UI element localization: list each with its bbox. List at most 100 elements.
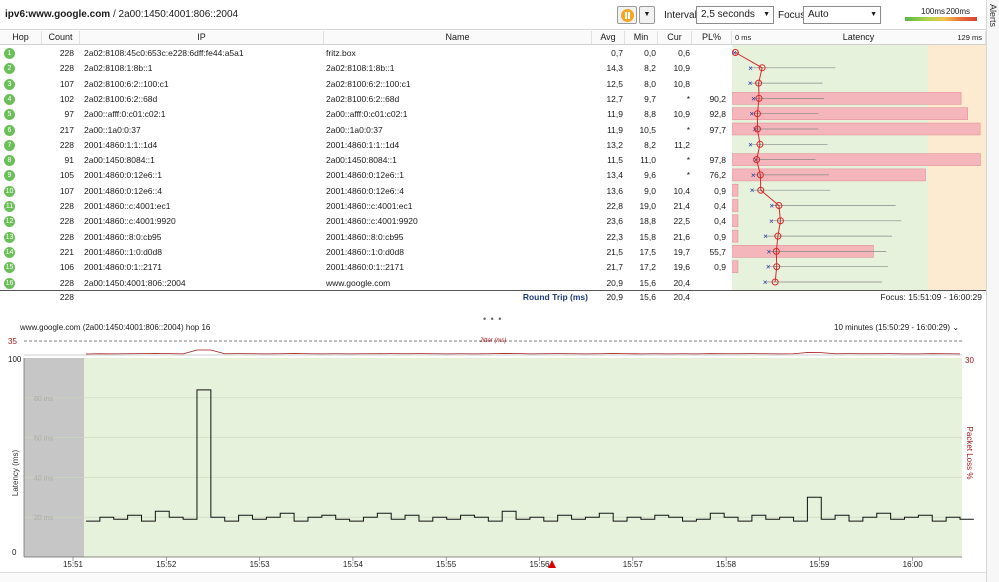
legend-200ms: 200ms <box>946 7 971 16</box>
pause-button[interactable] <box>617 6 637 24</box>
col-ip[interactable]: IP <box>80 31 324 45</box>
hop-row[interactable]: 4 102 2a02:8100:6:2::68d 2a02:8100:6:2::68d… <box>0 92 986 107</box>
hop-row[interactable]: 10 107 2001:4860:0:12e6::4 2001:4860:0:12e6… <box>0 184 986 199</box>
hop-name: 2a00::afff:0:c01:c02:1 <box>326 109 408 120</box>
summary-cur: 20,4 <box>673 292 690 302</box>
hop-count: 217 <box>59 124 74 135</box>
hop-count: 107 <box>59 185 74 196</box>
hop-avg: 13,2 <box>606 139 623 150</box>
toolbar: ipv6:www.google.com / 2a00:1450:4001:806… <box>0 0 986 30</box>
hop-pl: 0,4 <box>714 201 726 211</box>
col-min[interactable]: Min <box>625 31 658 45</box>
hop-row[interactable]: 12 228 2001:4860::c:4001:9920 2001:4860::c:… <box>0 214 986 229</box>
hop-count: 91 <box>64 155 74 166</box>
hop-pl: 0,4 <box>714 216 726 227</box>
hop-name: 2001:4860:0:12e6::1 <box>326 170 404 181</box>
time-tick-label: 15:57 <box>623 560 644 569</box>
hop-ip: 2001:4860::c:4001:9920 <box>84 216 176 227</box>
hop-ip: 2001:4860::1:0:d0d8 <box>84 246 162 257</box>
focus-range: Focus: 15:51:09 - 16:00:29 <box>880 292 982 302</box>
hop-count: 228 <box>59 201 74 211</box>
hop-row[interactable]: 16 228 2a00:1450:4001:806::2004 www.google.… <box>0 276 986 291</box>
hop-number: 6 <box>4 124 15 136</box>
hop-min: 17,5 <box>639 246 656 257</box>
hop-number: 9 <box>4 170 15 182</box>
time-tick-label: 15:55 <box>436 560 457 569</box>
summary-row: 228 Round Trip (ms) 20,9 15,6 20,4 Focus… <box>0 290 986 304</box>
hop-count: 228 <box>59 139 74 150</box>
hop-row[interactable]: 14 221 2001:4860::1:0:d0d8 2001:4860::1:0:d… <box>0 245 986 260</box>
hop-row[interactable]: 9 105 2001:4860:0:12e6::1 2001:4860:0:12e6:… <box>0 168 986 183</box>
splitter-handle[interactable]: • • • <box>483 314 502 324</box>
y-axis-max: 100 <box>8 355 22 364</box>
hop-avg: 20,9 <box>606 277 623 288</box>
interval-value: 2,5 seconds <box>701 9 755 20</box>
focus-select[interactable]: Auto ▼ <box>803 6 881 24</box>
loss-axis-max: 30 <box>965 356 974 365</box>
hop-row[interactable]: 5 97 2a00::afff:0:c01:c02:1 2a00::afff:0:c0… <box>0 107 986 122</box>
col-cur[interactable]: Cur <box>658 31 692 45</box>
hop-row[interactable]: 7 228 2001:4860:1:1::1d4 2001:4860:1:1::1d4… <box>0 138 986 153</box>
hop-row[interactable]: 13 228 2001:4860::8:0:cb95 2001:4860::8:0:c… <box>0 230 986 245</box>
hop-min: 9,0 <box>644 185 656 196</box>
y2-axis-label: Packet Loss % <box>965 427 974 480</box>
hop-row[interactable]: 6 217 2a00::1a0:0:37 2a00::1a0:0:37 11,9 10,5… <box>0 123 986 138</box>
summary-count: 228 <box>59 292 74 302</box>
hop-min: 0,0 <box>644 48 656 58</box>
interval-select[interactable]: 2,5 seconds ▼ <box>696 6 774 24</box>
summary-min: 15,6 <box>639 292 656 302</box>
hop-ip: 2a00::1a0:0:37 <box>84 124 141 135</box>
alerts-panel-tab[interactable]: Alerts <box>986 0 999 582</box>
hop-name: 2001:4860::1:0:d0d8 <box>326 246 404 257</box>
hop-row[interactable]: 3 107 2a02:8100:6:2::100:c1 2a02:8100:6:2::… <box>0 77 986 92</box>
pause-options-dropdown[interactable]: ▼ <box>639 6 655 24</box>
hop-number: 11 <box>4 201 15 212</box>
hop-number: 13 <box>4 231 15 243</box>
hop-avg: 12,7 <box>606 93 623 104</box>
horizontal-scrollbar[interactable] <box>0 572 986 582</box>
col-count[interactable]: Count <box>42 31 80 45</box>
hop-min: 18,8 <box>639 216 656 227</box>
graph-time-range[interactable]: 10 minutes (15:50:29 - 16:00:29) ⌄ <box>834 323 959 332</box>
hop-row[interactable]: 1 228 2a02:8108:45c0:653c:e228:6dff:fe44:a… <box>0 46 986 61</box>
hop-ip: 2001:4860:0:12e6::4 <box>84 185 162 196</box>
hop-row[interactable]: 2 228 2a02:8108:1:8b::1 2a02:8108:1:8b::1 14… <box>0 61 986 76</box>
hop-row[interactable]: 11 228 2001:4860::c:4001:ec1 2001:4860::c:4… <box>0 199 986 214</box>
hop-ip: 2a00:1450:8084::1 <box>84 155 155 166</box>
hop-cur: 20,4 <box>673 277 690 288</box>
hop-row[interactable]: 8 91 2a00:1450:8084::1 2a00:1450:8084::1 11,… <box>0 153 986 168</box>
hop-ip: 2001:4860:0:12e6::1 <box>84 170 162 181</box>
hop-pl: 97,8 <box>709 155 726 166</box>
col-latency[interactable]: 0 ms Latency 129 ms <box>732 31 986 45</box>
hop-avg: 23,6 <box>606 216 623 227</box>
hop-number: 5 <box>4 109 15 121</box>
col-hop[interactable]: Hop <box>0 31 42 45</box>
hop-name: 2001:4860:0:12e6::4 <box>326 185 404 196</box>
grid-label: 60 ms <box>34 436 54 443</box>
hop-name: 2a02:8100:6:2::68d <box>326 93 400 104</box>
hop-cur: 19,6 <box>673 262 690 273</box>
hop-avg: 0,7 <box>611 48 623 58</box>
grid-label: 80 ms <box>34 396 54 403</box>
jitter-label: Jitter (ms) <box>479 338 507 344</box>
hop-row[interactable]: 15 106 2001:4860:0:1::2171 2001:4860:0:1::2… <box>0 260 986 275</box>
time-tick-label: 15:56 <box>529 560 550 569</box>
hop-cur: 11,2 <box>674 139 690 150</box>
target-host: ipv6:www.google.com <box>5 9 111 20</box>
col-pl[interactable]: PL% <box>692 31 732 45</box>
hop-name: 2a00:1450:8084::1 <box>326 155 397 166</box>
no-data-region <box>24 358 84 557</box>
hop-ip: 2a02:8100:6:2::68d <box>84 93 158 104</box>
hop-avg: 22,3 <box>606 231 623 242</box>
target-address: / 2a00:1450:4001:806::2004 <box>110 9 239 20</box>
hop-avg: 11,9 <box>607 109 623 120</box>
alerts-label: Alerts <box>988 4 998 28</box>
hop-number: 15 <box>4 262 15 274</box>
col-name[interactable]: Name <box>324 31 592 45</box>
hop-number: 12 <box>4 216 15 228</box>
col-avg[interactable]: Avg <box>592 31 625 45</box>
y-axis-label: Latency (ms) <box>11 450 20 497</box>
time-tick-label: 15:54 <box>343 560 364 569</box>
latency-color-legend <box>905 17 977 21</box>
timeline-graph[interactable]: 35 Jitter (ms) 80 ms60 ms40 ms20 ms 100 … <box>0 333 986 571</box>
